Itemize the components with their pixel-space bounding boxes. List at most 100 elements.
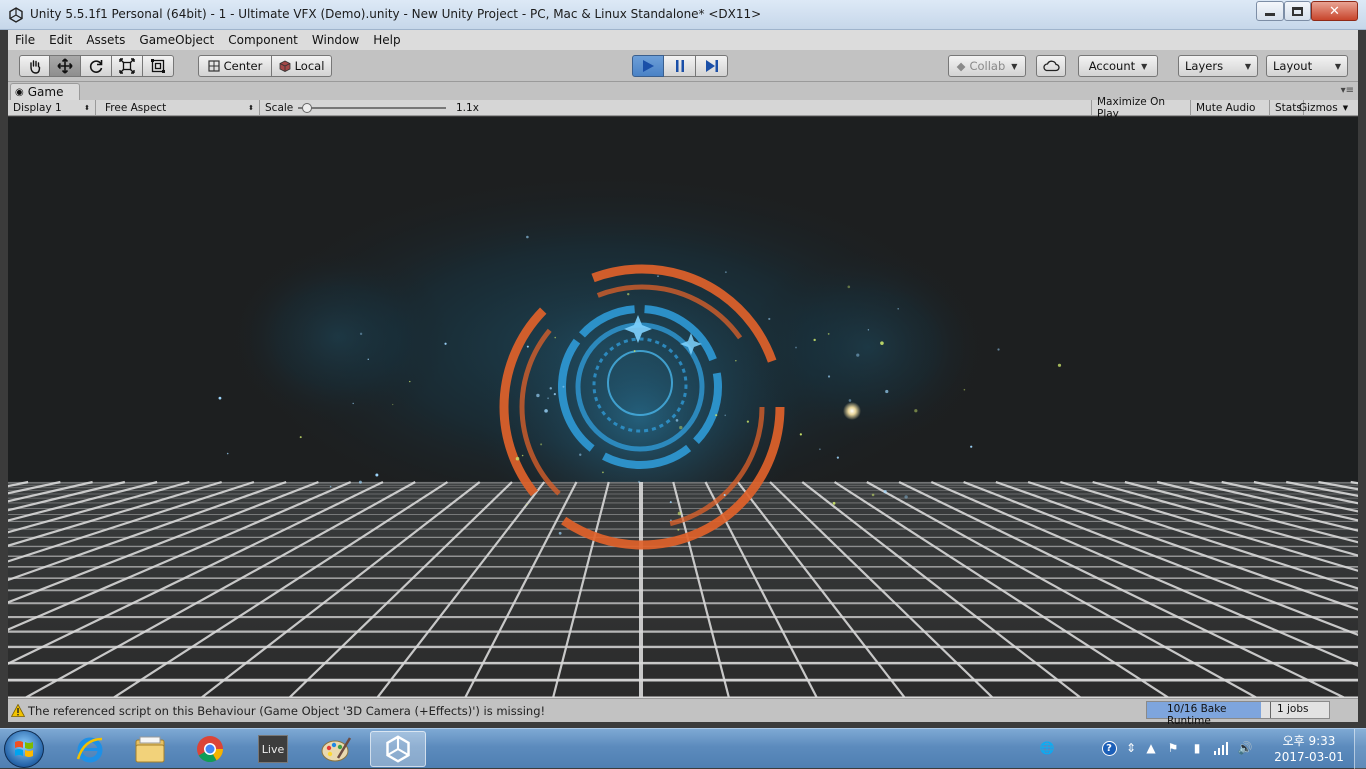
game-viewport[interactable]: [8, 117, 1358, 698]
display-dropdown[interactable]: Display 1 ⬍: [8, 100, 96, 116]
account-dropdown[interactable]: Account ▼: [1078, 55, 1158, 77]
particle: [970, 445, 973, 448]
taskbar: Live 🌐 ? ⇕ ▲ ⚑ ▮ 🔊 오후 9:33 2017-03-01: [0, 728, 1366, 769]
layers-dropdown[interactable]: Layers ▼: [1178, 55, 1258, 77]
input-method-icon[interactable]: ⇕: [1122, 739, 1140, 757]
particle: [679, 425, 683, 430]
menu-file[interactable]: File: [8, 33, 42, 47]
cloud-icon: [1043, 60, 1060, 72]
particle: [847, 285, 851, 289]
volume-icon[interactable]: 🔊: [1236, 739, 1254, 757]
mute-audio-toggle[interactable]: Mute Audio: [1191, 100, 1270, 116]
tab-game[interactable]: ◉ Game: [10, 83, 80, 100]
scale-label: Scale: [265, 102, 294, 114]
scale-slider-thumb[interactable]: [302, 103, 312, 113]
aspect-dropdown[interactable]: Free Aspect ⬍: [100, 100, 260, 116]
particle: [724, 414, 727, 417]
bake-progress[interactable]: 10/16 Bake Runtime 1 jobs: [1146, 701, 1330, 727]
maximize-icon: [1292, 6, 1303, 16]
collab-label: Collab: [969, 59, 1006, 73]
internet-explorer-icon: [76, 737, 103, 763]
maximize-on-play-toggle[interactable]: Maximize On Play: [1091, 96, 1191, 120]
step-button[interactable]: [696, 55, 728, 77]
menu-window[interactable]: Window: [305, 33, 366, 47]
menu-gameobject[interactable]: GameObject: [132, 33, 221, 47]
layout-label: Layout: [1273, 59, 1313, 73]
taskbar-paint[interactable]: [308, 731, 364, 767]
particle: [832, 501, 836, 505]
panel-menu-icon[interactable]: ▾≡: [1341, 85, 1354, 96]
taskbar-chrome[interactable]: [182, 731, 238, 767]
menu-help[interactable]: Help: [366, 33, 407, 47]
layout-dropdown[interactable]: Layout ▼: [1266, 55, 1348, 77]
console-message[interactable]: The referenced script on this Behaviour …: [28, 704, 545, 718]
menu-component[interactable]: Component: [221, 33, 305, 47]
particle: [547, 397, 549, 400]
layers-label: Layers: [1185, 59, 1224, 73]
pause-button[interactable]: [664, 55, 696, 77]
pivot-controls: Center Local: [198, 55, 332, 77]
collab-dropdown[interactable]: ◆ Collab ▼: [948, 55, 1026, 77]
scale-slider[interactable]: [298, 103, 446, 113]
play-button[interactable]: [632, 55, 664, 77]
aspect-label: Free Aspect: [105, 102, 167, 114]
game-tab-label: Game: [27, 85, 64, 99]
clock[interactable]: 오후 9:33 2017-03-01: [1266, 733, 1352, 765]
start-button[interactable]: [4, 730, 44, 768]
action-center-flag-icon[interactable]: ⚑: [1164, 739, 1182, 757]
gizmos-dropdown[interactable]: Gizmos ▼: [1294, 100, 1358, 116]
particle: [579, 453, 582, 456]
particle: [688, 541, 691, 544]
cloud-button[interactable]: [1036, 55, 1066, 77]
minimize-button[interactable]: [1256, 1, 1284, 21]
signal-icon[interactable]: [1212, 739, 1230, 757]
particle: [536, 393, 540, 398]
scale-tool-button[interactable]: [112, 55, 143, 77]
power-icon[interactable]: ▮: [1188, 739, 1206, 757]
particle: [637, 480, 641, 484]
particle: [883, 489, 887, 494]
pivot-local-button[interactable]: Local: [272, 55, 332, 77]
game-view-controls: Display 1 ⬍ Free Aspect ⬍ Scale 1.1x Max…: [8, 96, 1358, 120]
particle: [871, 493, 875, 497]
close-button[interactable]: ✕: [1311, 1, 1358, 21]
particle: [735, 360, 737, 362]
file-explorer-icon: [135, 736, 165, 763]
rect-tool-button[interactable]: [143, 55, 174, 77]
warning-icon: [11, 704, 25, 717]
particle: [367, 358, 369, 360]
scale-control: Scale 1.1x: [260, 100, 490, 116]
taskbar-internet-explorer[interactable]: [62, 731, 118, 767]
rotate-tool-button[interactable]: [81, 55, 112, 77]
taskbar-unity[interactable]: [370, 731, 426, 767]
jobs-label: 1 jobs: [1277, 703, 1309, 715]
play-controls: [632, 55, 728, 77]
particle: [836, 456, 839, 459]
particle: [963, 388, 966, 391]
particle: [515, 456, 520, 461]
clock-time: 오후 9:33: [1282, 734, 1336, 748]
hand-tool-button[interactable]: [19, 55, 50, 77]
menu-edit[interactable]: Edit: [42, 33, 79, 47]
show-desktop-button[interactable]: [1354, 729, 1366, 769]
scale-value: 1.1x: [456, 102, 479, 114]
particle: [633, 350, 636, 352]
particle: [795, 346, 797, 349]
layout-group: Layout ▼: [1266, 55, 1348, 77]
maximize-button[interactable]: [1284, 1, 1311, 21]
pivot-center-button[interactable]: Center: [198, 55, 272, 77]
show-hidden-icons[interactable]: ▲: [1142, 739, 1160, 757]
taskbar-live[interactable]: Live: [245, 731, 301, 767]
network-app-icon[interactable]: 🌐: [1038, 739, 1056, 757]
menu-assets[interactable]: Assets: [79, 33, 132, 47]
help-icon[interactable]: ?: [1100, 739, 1118, 757]
move-tool-button[interactable]: [50, 55, 81, 77]
particle: [746, 420, 749, 423]
bake-label: 10/16 Bake Runtime: [1147, 702, 1271, 727]
particle: [669, 501, 672, 504]
game-scene: [8, 167, 1358, 698]
chevron-down-icon: ▼: [1141, 61, 1148, 71]
mute-label: Mute Audio: [1196, 102, 1256, 114]
particle: [799, 433, 802, 436]
taskbar-file-explorer[interactable]: [122, 731, 178, 767]
